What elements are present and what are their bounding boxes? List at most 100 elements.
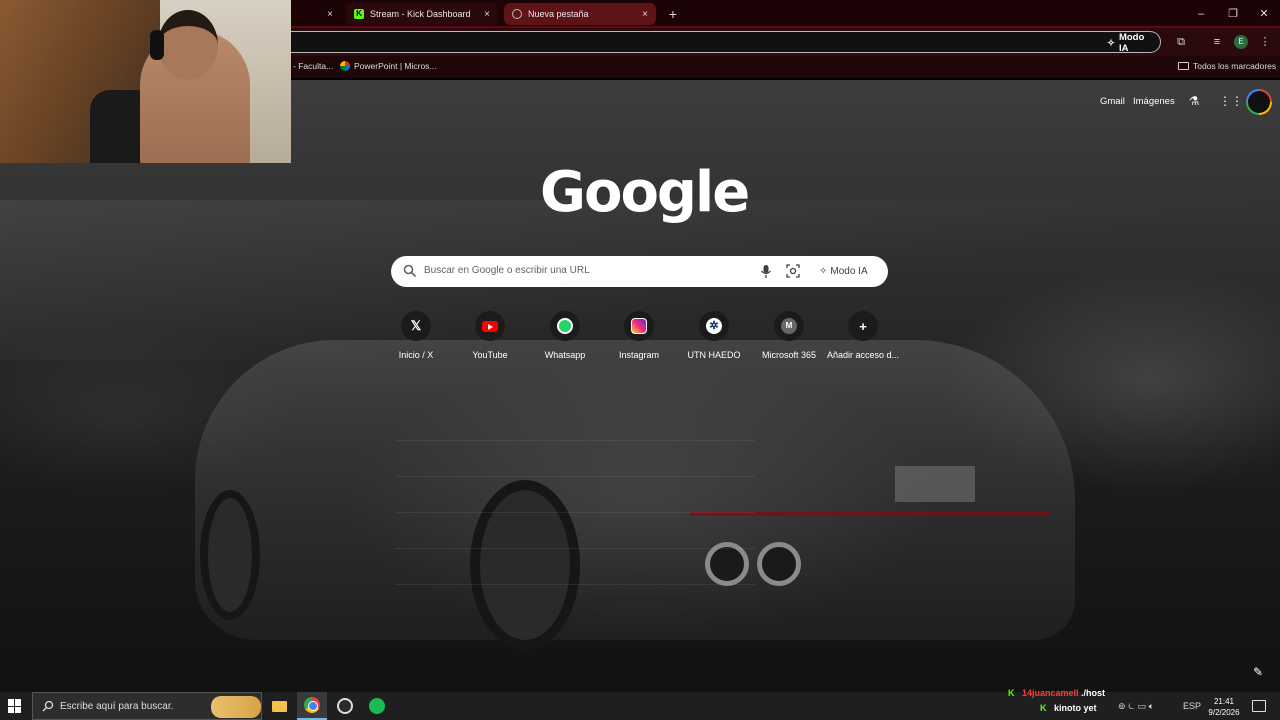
clock-time: 21:41 bbox=[1213, 697, 1235, 706]
obs-app[interactable] bbox=[330, 692, 360, 720]
shortcut-label: Microsoft 365 bbox=[761, 350, 817, 360]
customize-pencil-icon[interactable]: ✎ bbox=[1248, 662, 1268, 682]
search-ai-mode-button[interactable]: ✧ Modo IA bbox=[815, 262, 872, 281]
omnibox-ai-mode-label: Modo IA bbox=[1118, 32, 1145, 54]
clock-date: 9/2/2026 bbox=[1208, 708, 1240, 717]
bookmark-powerpoint[interactable]: PowerPoint | Micros... bbox=[340, 61, 437, 71]
folder-icon bbox=[1178, 62, 1189, 70]
file-explorer-app[interactable] bbox=[264, 692, 294, 720]
all-bookmarks-button[interactable]: Todos los marcadores bbox=[1178, 61, 1276, 71]
labs-flask-icon[interactable]: ⚗ bbox=[1187, 94, 1201, 108]
kick-badge-icon: K bbox=[1040, 703, 1047, 713]
profile-avatar[interactable]: E bbox=[1234, 35, 1248, 49]
shortcut-add[interactable]: + Añadir acceso d... bbox=[826, 311, 900, 360]
chrome-icon bbox=[304, 697, 320, 713]
tab-kick-dashboard[interactable]: K Stream - Kick Dashboard × bbox=[346, 3, 498, 25]
ai-mode-icon: ✧ bbox=[1107, 37, 1115, 49]
clock[interactable]: 21:41 9/2/2026 bbox=[1204, 696, 1244, 718]
maximize-button[interactable]: ❐ bbox=[1218, 4, 1248, 24]
shortcut-label: Whatsapp bbox=[544, 350, 586, 360]
tab-kick-close-icon[interactable]: × bbox=[484, 9, 490, 20]
tray-icons[interactable]: ⊚ ⏾ ▭ 🔈︎ bbox=[1118, 701, 1154, 712]
background-exhaust-right bbox=[757, 542, 801, 586]
shortcut-label: Instagram bbox=[618, 350, 660, 360]
chat-message-1: K 14juancamell ./host bbox=[1008, 688, 1105, 698]
taskbar-search-box[interactable]: Escribe aquí para buscar. bbox=[32, 692, 262, 720]
gmail-link[interactable]: Gmail bbox=[1100, 96, 1125, 107]
extensions-icon[interactable]: ⧉ bbox=[1173, 34, 1189, 50]
minimize-button[interactable]: – bbox=[1186, 4, 1216, 24]
instagram-icon bbox=[624, 311, 654, 341]
kick-favicon-icon: K bbox=[354, 9, 364, 19]
browser-toolbar: ✧ Modo IA ⧉ ≡ E ⋮ bbox=[291, 28, 1280, 56]
webcam-headset bbox=[150, 30, 164, 60]
search-box[interactable]: Buscar en Google o escribir una URL ✧ Mo… bbox=[391, 256, 888, 287]
spotify-icon bbox=[369, 698, 385, 714]
shortcut-label: Inicio / X bbox=[398, 350, 434, 360]
tab-new-tab[interactable]: Nueva pestaña × bbox=[504, 3, 656, 25]
spotify-app[interactable] bbox=[362, 692, 392, 720]
images-link[interactable]: Imágenes bbox=[1133, 96, 1175, 107]
close-window-button[interactable]: ✕ bbox=[1249, 4, 1279, 24]
faded-dropdown-overlay bbox=[395, 405, 755, 605]
chat-text: ./host bbox=[1081, 688, 1106, 698]
background-wheel-front bbox=[200, 490, 260, 620]
search-icon bbox=[403, 264, 417, 278]
omnibox-ai-mode-button[interactable]: ✧ Modo IA bbox=[1101, 32, 1160, 54]
bookmark-faculta[interactable]: - Faculta... bbox=[293, 61, 333, 71]
shortcut-label: Añadir acceso d... bbox=[826, 350, 900, 360]
webcam-person-head bbox=[158, 10, 218, 80]
chat-text: yet bbox=[1083, 703, 1097, 713]
search-placeholder: Buscar en Google o escribir una URL bbox=[424, 265, 590, 276]
address-bar[interactable]: ✧ Modo IA bbox=[291, 31, 1161, 54]
taskbar-search-placeholder: Escribe aquí para buscar. bbox=[60, 701, 174, 712]
microphone-icon[interactable] bbox=[759, 264, 773, 279]
media-controls-icon[interactable]: ≡ bbox=[1209, 34, 1225, 50]
chrome-app[interactable] bbox=[297, 692, 327, 720]
bookmark-faculta-label: - Faculta... bbox=[293, 61, 334, 71]
shortcut-label: YouTube bbox=[472, 350, 508, 360]
search-icon bbox=[42, 700, 54, 712]
google-lens-icon[interactable] bbox=[786, 264, 800, 278]
google-logo: Google bbox=[540, 160, 750, 225]
shortcut-inicio-x[interactable]: 𝕏 Inicio / X bbox=[379, 311, 453, 360]
notifications-icon[interactable] bbox=[1252, 700, 1266, 712]
browser-menu-icon[interactable]: ⋮ bbox=[1257, 34, 1273, 50]
whatsapp-icon bbox=[550, 311, 580, 341]
ai-mode-icon: ✧ bbox=[819, 266, 828, 277]
google-apps-icon[interactable]: ⋮⋮ bbox=[1219, 94, 1243, 108]
search-ai-mode-label: Modo IA bbox=[830, 266, 868, 277]
tab-new-label: Nueva pestaña bbox=[528, 9, 589, 19]
chat-user: 14juancamell bbox=[1022, 688, 1079, 698]
microsoft-365-icon: M bbox=[774, 311, 804, 341]
tab-strip: × K Stream - Kick Dashboard × Nueva pest… bbox=[291, 0, 1280, 28]
shortcut-instagram[interactable]: Instagram bbox=[602, 311, 676, 360]
webcam-overlay bbox=[0, 0, 291, 163]
folder-icon bbox=[271, 700, 287, 712]
screen: × K Stream - Kick Dashboard × Nueva pest… bbox=[0, 0, 1280, 720]
tab-previous[interactable]: × bbox=[291, 3, 341, 25]
youtube-icon bbox=[475, 311, 505, 341]
windows-start-icon[interactable] bbox=[8, 699, 22, 713]
tab-previous-close-icon[interactable]: × bbox=[327, 9, 333, 20]
new-tab-favicon-icon bbox=[512, 9, 522, 19]
shortcut-microsoft-365[interactable]: M Microsoft 365 bbox=[752, 311, 826, 360]
shortcut-youtube[interactable]: YouTube bbox=[453, 311, 527, 360]
shortcut-whatsapp[interactable]: Whatsapp bbox=[528, 311, 602, 360]
x-logo-icon: 𝕏 bbox=[401, 311, 431, 341]
search-highlight-doodle-icon bbox=[211, 696, 261, 718]
chat-user: kinoto bbox=[1054, 703, 1081, 713]
account-avatar[interactable] bbox=[1246, 89, 1272, 115]
bookmarks-bar: - Faculta... PowerPoint | Micros... Todo… bbox=[291, 56, 1280, 78]
new-tab-button[interactable]: + bbox=[663, 4, 683, 24]
add-shortcut-icon: + bbox=[848, 311, 878, 341]
background-car-plate bbox=[895, 466, 975, 502]
language-indicator[interactable]: ESP bbox=[1183, 701, 1201, 711]
tab-kick-label: Stream - Kick Dashboard bbox=[370, 9, 471, 19]
microsoft-icon bbox=[340, 61, 350, 71]
kick-badge-icon: K bbox=[1008, 688, 1015, 698]
shortcut-utn-haedo[interactable]: ✲ UTN HAEDO bbox=[677, 311, 751, 360]
utn-icon: ✲ bbox=[699, 311, 729, 341]
shortcut-label: UTN HAEDO bbox=[687, 350, 741, 360]
tab-new-close-icon[interactable]: × bbox=[642, 9, 648, 20]
